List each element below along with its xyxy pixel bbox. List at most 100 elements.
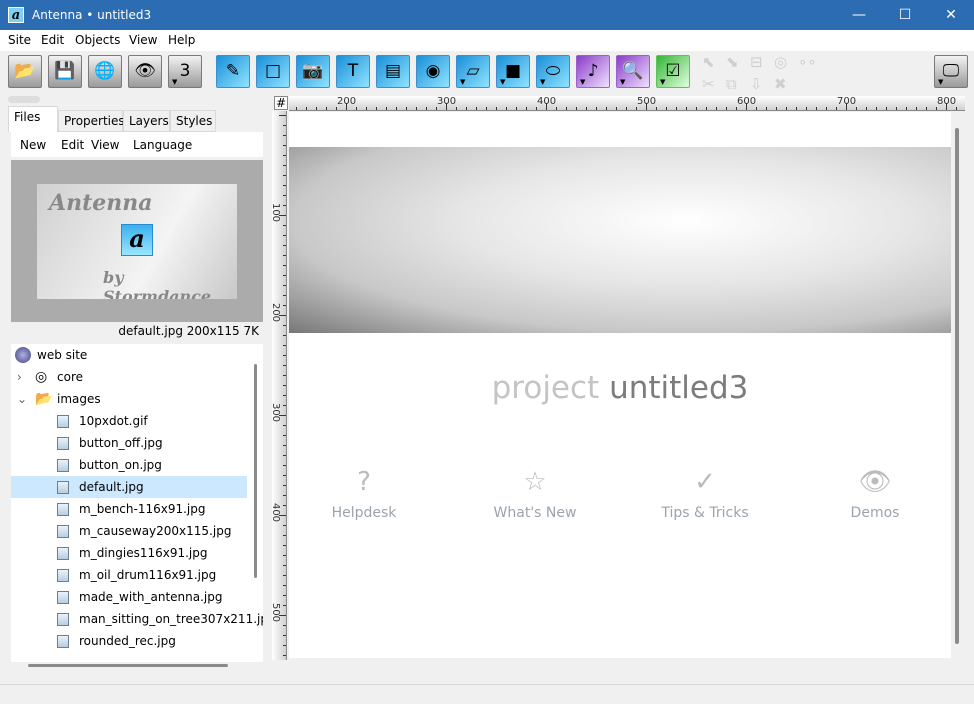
tab-layers[interactable]: Layers [123,110,170,132]
tree-file[interactable]: default.jpg [11,476,247,498]
tree-file[interactable]: rounded_rec.jpg [11,630,247,652]
tree-horizontal-scrollbar[interactable] [28,664,228,667]
tree-file[interactable]: m_bench-116x91.jpg [11,498,247,520]
group-button[interactable]: ⊟ [750,53,763,71]
text-button[interactable]: T [336,55,370,88]
tree-file[interactable]: m_dingies116x91.jpg [11,542,247,564]
button-shape-button[interactable]: ⬭ ▼ [536,55,570,88]
tab-properties[interactable]: Properties [58,110,125,132]
ruler-tick [283,295,286,296]
tab-files[interactable]: Files [8,106,58,132]
publish-globe-icon: 🌐 [94,61,116,81]
tree-file[interactable]: m_causeway200x115.jpg [11,520,247,542]
tree-item-label: images [57,392,101,406]
connect-button[interactable]: ∘∘ [798,53,817,71]
ruler-tick [283,435,286,436]
open-folder-button[interactable]: 📂 [8,55,42,88]
paste-button[interactable]: ⇩ [750,75,763,93]
panel-splitter-handle[interactable] [8,96,40,103]
tree-file[interactable]: button_on.jpg [11,454,247,476]
chevron-right-icon[interactable]: › [17,366,22,388]
page-title-light: project [491,370,600,406]
ruler-tick [283,165,286,166]
cut-button[interactable]: ✂ [702,75,715,93]
tree-file[interactable]: man_sitting_on_tree307x211.jpg [11,608,263,630]
tree-file[interactable]: 10pxdot.gif [11,410,247,432]
image-file-icon [57,547,69,560]
preview-eye-button[interactable]: 👁 [128,55,162,88]
submenu-new[interactable]: New [20,138,46,152]
form-checkbox-button[interactable]: ☑ ▼ [656,55,690,88]
canvas-vertical-scrollbar[interactable] [955,128,959,644]
ruler-tick [306,107,307,110]
image-file-icon [57,481,69,494]
submenu-view[interactable]: View [91,138,119,152]
nav-link-what-s-new[interactable]: ☆ What's New [460,467,610,521]
nav-link-tips-tricks[interactable]: ✓ Tips & Tricks [630,467,780,521]
tree-file[interactable]: m_oil_drum116x91.jpg [11,564,247,586]
media-music-button[interactable]: ♪ ▼ [576,55,610,88]
tree-item-label: man_sitting_on_tree307x211.jpg [79,612,263,626]
ruler-tick [283,185,286,186]
tree-file[interactable]: button_off.jpg [11,432,247,454]
rollover-image-button[interactable]: ◉ [416,55,450,88]
ruler-tick [283,155,286,156]
insert-image-edit-button[interactable]: ✎ [216,55,250,88]
rectangle-button[interactable]: □ [256,55,290,88]
ruler-tick [283,585,286,586]
banner-image [289,147,951,333]
tree-item-web-site[interactable]: web site [11,344,247,366]
delete-button[interactable]: ✖ [774,75,787,93]
thumbnail-logo-text: Antenna [49,190,153,216]
tree-file[interactable]: made_with_antenna.jpg [11,586,247,608]
image-file-icon [57,591,69,604]
tree-folder-core[interactable]: › ◎ core [11,366,247,388]
ruler-tick [706,107,707,110]
ruler-tick [326,107,327,110]
grid-toggle-icon[interactable]: # [274,96,288,110]
image-gallery-button[interactable]: ▤ [376,55,410,88]
camera-button[interactable]: 📷 [296,55,330,88]
preview-thumbnail: Antenna a by Stormdance [37,184,237,299]
vertical-ruler: 100 200 300 400 500 [272,111,287,660]
image-file-icon [57,569,69,582]
layers-button[interactable]: ▱ ▼ [456,55,490,88]
combine-button[interactable]: ◎ [774,53,787,71]
ruler-tick [283,575,286,576]
minimize-button[interactable]: — [836,0,882,30]
ruler-tick [283,565,286,566]
bring-forward-button[interactable]: ⬉ [702,53,715,71]
menu-objects[interactable]: Objects [75,33,120,47]
publish-globe-button[interactable]: 🌐 [88,55,122,88]
menu-edit[interactable]: Edit [41,33,64,47]
magnifier-button[interactable]: 🔍 ▼ [616,55,650,88]
menu-help[interactable]: Help [168,33,195,47]
send-backward-button[interactable]: ⬊ [726,53,739,71]
tree-vertical-scrollbar[interactable] [254,364,257,578]
menu-bar: Site Edit Objects View Help [0,30,974,51]
maximize-button[interactable]: ☐ [882,0,928,30]
image-file-icon [57,525,69,538]
page-canvas[interactable]: project untitled3 ? Helpdesk ☆ What's New ✓ T… [289,112,951,658]
undo-history-button[interactable]: 3 ▼ [168,55,202,88]
menu-site[interactable]: Site [8,33,31,47]
chevron-down-icon[interactable]: ⌄ [17,388,27,410]
copy-button[interactable]: ⧉ [726,75,737,93]
submenu-language[interactable]: Language [133,138,192,152]
gradient-fill-button[interactable]: ■ ▼ [496,55,530,88]
camera-icon: 📷 [302,61,324,81]
ruler-tick [283,525,286,526]
save-disk-button[interactable]: 💾 [48,55,82,88]
tab-styles[interactable]: Styles [170,110,216,132]
submenu-edit[interactable]: Edit [61,138,84,152]
nav-link-helpdesk[interactable]: ? Helpdesk [289,467,439,521]
display-mode-button[interactable]: 🖵 ▼ [934,55,968,88]
ruler-tick [283,595,286,596]
menu-view[interactable]: View [129,33,157,47]
ruler-label: 800 [937,96,957,107]
nav-link-demos[interactable]: 👁 Demos [800,467,950,521]
ruler-tick [283,485,286,486]
close-button[interactable]: ✕ [928,0,974,30]
tree-folder-images[interactable]: ⌄ 📂 images [11,388,247,410]
rollover-image-icon: ◉ [425,61,441,81]
